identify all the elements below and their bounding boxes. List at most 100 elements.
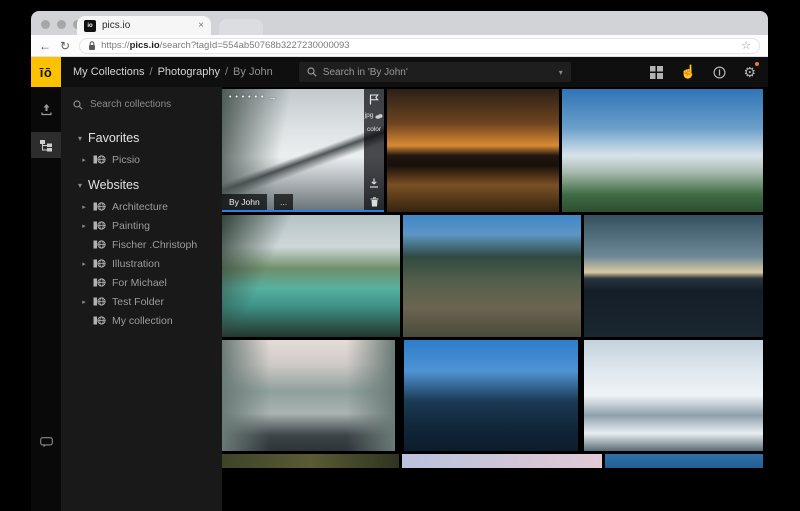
search-placeholder: Search in 'By John' — [322, 66, 408, 78]
selection-indicator — [222, 210, 384, 212]
picsio-logo[interactable]: īō — [31, 57, 61, 87]
expand-arrow-icon[interactable]: ▸ — [79, 260, 89, 268]
photo-tile-blue-water-partial[interactable] — [605, 454, 763, 468]
sidebar-item-favorites[interactable]: ▾ Favorites — [61, 126, 222, 150]
more-options-button[interactable]: ... — [274, 194, 294, 210]
layout-grid-icon[interactable] — [650, 65, 664, 79]
url-scheme: https:// — [101, 40, 130, 51]
close-window-button[interactable] — [41, 20, 50, 29]
expand-arrow-icon[interactable]: ▸ — [79, 203, 89, 211]
breadcrumb-separator: / — [149, 66, 153, 78]
sidebar-item-picsio[interactable]: ▸ Picsio — [61, 150, 222, 169]
cloud-icon — [375, 113, 383, 119]
window-controls[interactable] — [41, 20, 82, 29]
collection-icon — [93, 155, 106, 164]
photo-tile-mountain-lake[interactable] — [222, 215, 400, 337]
breadcrumb-item-my-collections[interactable]: My Collections — [73, 66, 145, 78]
sidebar-item-test-folder[interactable]: ▸ Test Folder — [61, 292, 222, 311]
header-actions: ☝ ⚙ — [650, 61, 768, 81]
url-domain: pics.io — [129, 40, 160, 51]
picsio-app: īō My Collections / Photography / By Joh… — [31, 57, 768, 511]
padlock-icon — [89, 40, 96, 50]
upload-button[interactable] — [31, 96, 61, 122]
photo-tile-mountain-village[interactable] — [562, 89, 763, 212]
photo-tile-snow-peaks[interactable] — [584, 340, 763, 451]
photo-tile-snowy-road-fence[interactable]: • • • • • • → jpg color By John ... — [222, 89, 384, 212]
carousel-dots[interactable]: • • • • • • → — [229, 93, 277, 102]
collection-icon — [93, 202, 106, 211]
collections-tree-button[interactable] — [31, 132, 61, 158]
owner-badge: By John — [222, 194, 267, 210]
collections-search-placeholder: Search collections — [90, 99, 172, 110]
reload-icon[interactable]: ↻ — [60, 40, 70, 52]
app-header: īō My Collections / Photography / By Joh… — [31, 57, 768, 87]
photo-tile-valley-river[interactable] — [403, 215, 581, 337]
collection-icon — [93, 297, 106, 306]
url-text: https://pics.io/search?tagId=554ab50768b… — [101, 40, 350, 51]
trash-icon[interactable] — [370, 197, 379, 207]
breadcrumb-separator: / — [224, 66, 229, 78]
browser-tab[interactable]: io pics.io × — [77, 16, 211, 35]
flag-icon[interactable] — [369, 94, 379, 105]
download-icon[interactable] — [369, 178, 379, 188]
settings-gear-icon[interactable]: ⚙ — [743, 61, 759, 81]
breadcrumb-item-by-john[interactable]: By John — [233, 66, 273, 78]
url-path: /search?tagId=554ab50768b3227230000093 — [159, 40, 350, 51]
browser-toolbar: ← ↻ https://pics.io/search?tagId=554ab50… — [31, 35, 768, 57]
search-icon — [73, 99, 83, 110]
expand-arrow-icon[interactable]: ▸ — [79, 156, 89, 164]
pointer-hand-icon[interactable]: ☝ — [680, 64, 696, 80]
sidebar-item-websites[interactable]: ▾ Websites — [61, 173, 222, 197]
address-bar[interactable]: https://pics.io/search?tagId=554ab50768b… — [79, 37, 760, 54]
search-icon — [307, 67, 317, 77]
collection-icon — [93, 221, 106, 230]
tab-favicon: io — [84, 19, 96, 32]
left-icon-rail — [31, 87, 61, 511]
upload-icon — [40, 103, 52, 115]
breadcrumb: My Collections / Photography / By John — [73, 66, 273, 78]
collection-icon — [93, 278, 106, 287]
chat-bubble-icon — [39, 436, 53, 447]
new-tab-button[interactable] — [219, 19, 263, 35]
expand-arrow-icon[interactable]: ▸ — [79, 298, 89, 306]
photo-tile-sunset-bridge[interactable] — [387, 89, 559, 212]
sidebar-item-for-michael[interactable]: For Michael — [61, 273, 222, 292]
tile-action-strip: jpg color — [364, 89, 384, 212]
expand-arrow-icon[interactable]: ▸ — [79, 222, 89, 230]
chat-button[interactable] — [31, 429, 61, 455]
notification-dot — [755, 61, 759, 66]
breadcrumb-item-photography[interactable]: Photography — [158, 66, 220, 78]
minimize-window-button[interactable] — [57, 20, 66, 29]
photo-tile-snowy-forest-road[interactable] — [222, 340, 395, 451]
search-input[interactable]: Search in 'By John' ▾ — [298, 62, 571, 82]
app-body: Search collections ▾ Favorites ▸ Picsio … — [31, 87, 768, 511]
collection-icon — [93, 240, 106, 249]
tab-close-icon[interactable]: × — [198, 20, 204, 31]
sidebar-item-fischer-christoph[interactable]: Fischer .Christoph — [61, 235, 222, 254]
collections-tree-icon — [40, 139, 52, 151]
sidebar-item-my-collection[interactable]: My collection — [61, 311, 222, 330]
tab-strip: io pics.io × — [31, 11, 768, 35]
bookmark-star-icon[interactable]: ☆ — [741, 39, 751, 52]
expand-arrow-icon[interactable]: ▾ — [75, 181, 85, 190]
sidebar-item-architecture[interactable]: ▸ Architecture — [61, 197, 222, 216]
color-label[interactable]: color — [367, 126, 381, 133]
photo-tile-forest-hill-partial[interactable] — [222, 454, 399, 468]
sidebar-item-painting[interactable]: ▸ Painting — [61, 216, 222, 235]
collections-sidebar: Search collections ▾ Favorites ▸ Picsio … — [61, 87, 222, 511]
collections-search-input[interactable]: Search collections — [61, 96, 222, 122]
info-icon[interactable] — [713, 65, 726, 79]
photo-tile-blue-mountains[interactable] — [404, 340, 578, 451]
sidebar-item-illustration[interactable]: ▸ Illustration — [61, 254, 222, 273]
chevron-down-icon[interactable]: ▾ — [559, 68, 563, 77]
browser-window: io pics.io × ← ↻ https://pics.io/search?… — [31, 11, 768, 511]
format-badge: jpg — [364, 112, 374, 119]
expand-arrow-icon[interactable]: ▾ — [75, 134, 85, 143]
photo-tile-pink-sky-partial[interactable] — [402, 454, 602, 468]
photo-grid: • • • • • • → jpg color By John ... — [222, 87, 768, 511]
collection-icon — [93, 259, 106, 268]
collection-icon — [93, 316, 106, 325]
carousel-next-icon[interactable]: → — [268, 93, 277, 102]
back-icon[interactable]: ← — [39, 40, 51, 52]
photo-tile-dusk-bridge[interactable] — [584, 215, 763, 337]
